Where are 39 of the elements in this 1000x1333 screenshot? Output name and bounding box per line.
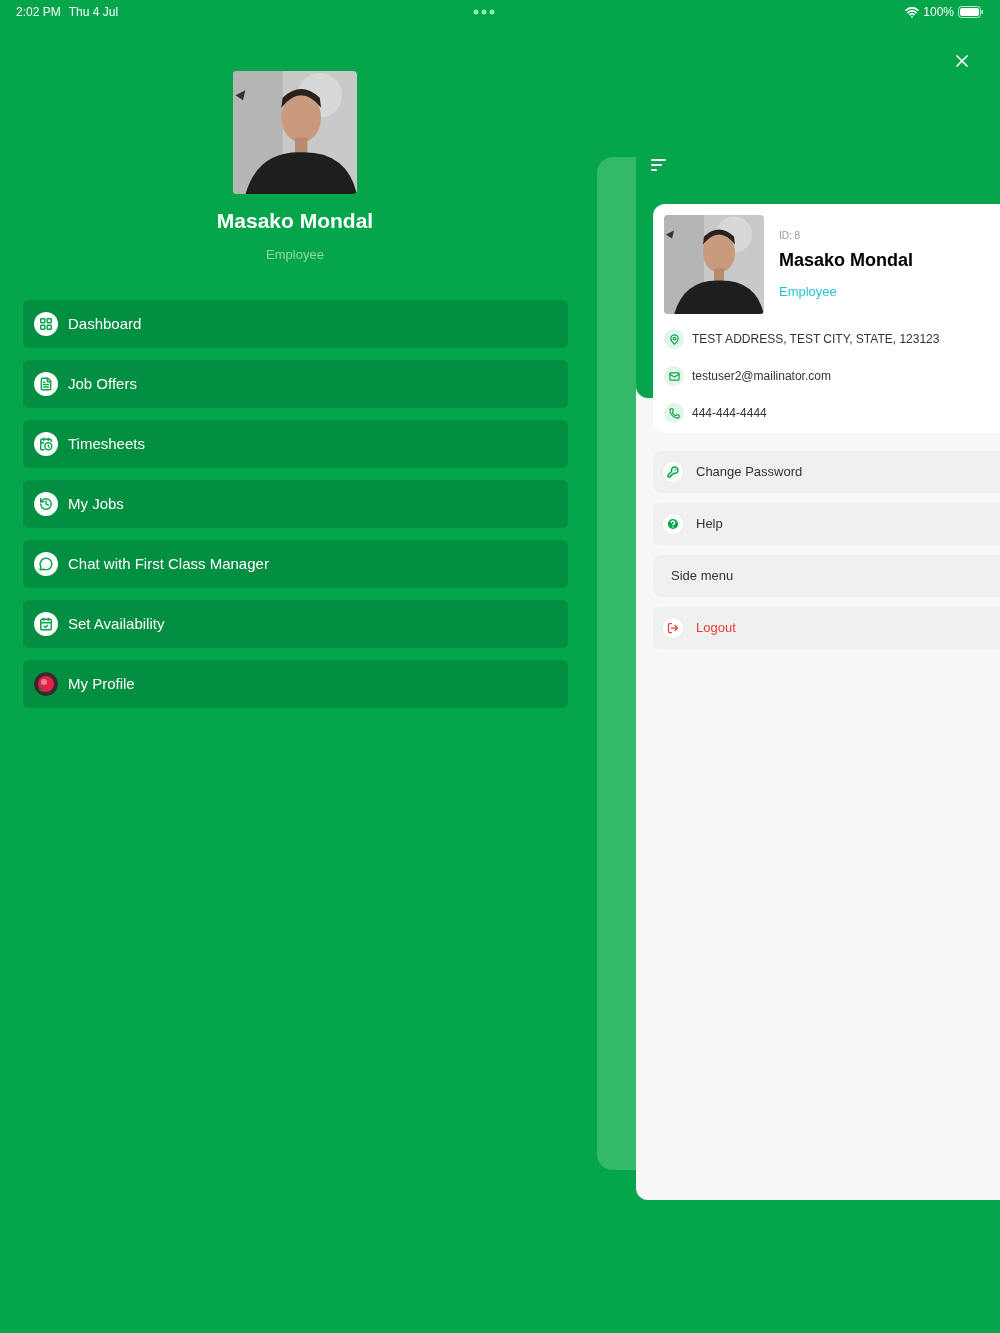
user-name: Masako Mondal xyxy=(216,208,374,234)
grid-icon xyxy=(34,312,58,336)
nav-item[interactable]: Job Offers xyxy=(23,360,568,408)
history-icon xyxy=(34,492,58,516)
key-icon xyxy=(663,462,683,482)
menu-item[interactable]: Help xyxy=(653,503,1000,545)
battery-level: 100% xyxy=(923,4,954,21)
document-icon xyxy=(34,372,58,396)
menu-item[interactable]: Side menu xyxy=(653,555,1000,597)
timesheet-icon xyxy=(34,432,58,456)
contact-detail: testuser2@mailinator.com xyxy=(692,368,831,385)
location-icon xyxy=(664,329,684,349)
contact-detail: TEST ADDRESS, TEST CITY, STATE, 123123 xyxy=(692,331,940,348)
user-role: Employee xyxy=(266,245,324,264)
nav-item[interactable]: Set Availability xyxy=(23,600,568,648)
status-date: Thu 4 Jul xyxy=(68,4,119,21)
nav-item[interactable]: My Profile xyxy=(23,660,568,708)
profile-name: Masako Mondal xyxy=(779,248,914,272)
avatar-icon xyxy=(34,672,58,696)
status-time: 2:02 PM xyxy=(16,4,61,21)
profile-id: ID: 8 xyxy=(779,228,802,243)
nav-item[interactable]: Chat with First Class Manager xyxy=(23,540,568,588)
phone-icon xyxy=(664,403,684,423)
nav-item[interactable]: Dashboard xyxy=(23,300,568,348)
nav-item[interactable]: My Jobs xyxy=(23,480,568,528)
contact-detail: 444-444-4444 xyxy=(692,405,767,422)
wifi-icon xyxy=(905,5,920,19)
logout-icon xyxy=(663,618,683,638)
profile-role: Employee xyxy=(779,282,838,301)
menu-item[interactable]: Logout xyxy=(653,607,1000,649)
chat-icon xyxy=(34,552,58,576)
menu-item[interactable]: Change Password xyxy=(653,451,1000,493)
menu-icon[interactable] xyxy=(651,159,667,171)
nav-item[interactable]: Timesheets xyxy=(23,420,568,468)
email-icon xyxy=(664,366,684,386)
help-icon xyxy=(663,514,683,534)
more-icon xyxy=(473,9,496,15)
calendar-icon xyxy=(34,612,58,636)
battery-icon xyxy=(958,6,984,18)
